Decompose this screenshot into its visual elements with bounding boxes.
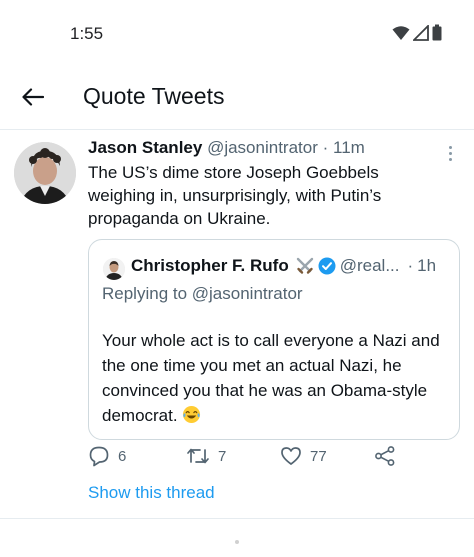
avatar-photo	[14, 142, 76, 204]
avatar[interactable]	[14, 142, 76, 204]
author-name[interactable]: Jason Stanley	[88, 138, 202, 157]
show-thread-link[interactable]: Show this thread	[88, 483, 215, 503]
quote-text-container: Your whole act is to call everyone a Naz…	[102, 328, 454, 428]
quote-author-name[interactable]: Christopher F. Rufo	[131, 256, 289, 276]
quote-separator-dot: ·	[407, 256, 414, 275]
page-title: Quote Tweets	[83, 83, 225, 109]
battery-icon	[432, 24, 442, 41]
tweet-actions: 6 7 77	[88, 442, 428, 470]
face-with-tears-of-joy-icon	[183, 405, 201, 424]
status-icons	[392, 24, 442, 41]
heart-icon	[281, 447, 301, 465]
status-bar: 1:55	[0, 0, 474, 64]
quote-author-handle[interactable]: @real...	[340, 256, 400, 276]
like-button[interactable]: 77	[280, 442, 327, 470]
retweet-icon	[187, 448, 209, 464]
crossed-swords-icon	[296, 257, 313, 274]
status-time: 1:55	[70, 24, 104, 43]
tweet-text: The US’s dime store Joseph Goebbels weig…	[88, 163, 382, 228]
reply-icon	[89, 446, 109, 467]
retweet-count: 7	[218, 447, 227, 465]
reply-count: 6	[118, 447, 127, 465]
author-handle[interactable]: @jasonintrator	[207, 138, 318, 157]
bottom-indicator-dot	[235, 540, 239, 544]
tweet[interactable]: Jason Stanley @jasonintrator · 11m The U…	[0, 131, 474, 519]
verified-badge-icon	[318, 257, 336, 275]
share-button[interactable]	[374, 442, 396, 470]
tweet-time[interactable]: 11m	[333, 138, 365, 157]
quoted-tweet-card[interactable]: Christopher F. Rufo @real... · 1h Replyi…	[88, 239, 460, 440]
quote-text: Your whole act is to call everyone a Naz…	[102, 331, 440, 425]
back-button[interactable]	[16, 80, 50, 114]
retweet-button[interactable]: 7	[186, 442, 226, 470]
arrow-left-icon	[22, 88, 44, 106]
share-icon	[375, 446, 395, 466]
replying-to[interactable]: Replying to @jasonintrator	[102, 284, 303, 304]
wifi-icon	[392, 25, 410, 40]
tweet-header: Jason Stanley @jasonintrator · 11m	[88, 138, 365, 158]
quote-avatar-photo	[103, 258, 125, 280]
quote-time[interactable]: 1h	[417, 256, 436, 276]
signal-icon	[413, 24, 429, 41]
quote-avatar[interactable]	[103, 258, 125, 280]
like-count: 77	[310, 447, 327, 465]
page-header: Quote Tweets	[0, 64, 474, 130]
separator-dot: ·	[322, 138, 329, 157]
more-options-icon[interactable]	[442, 141, 458, 165]
reply-button[interactable]: 6	[88, 442, 126, 470]
quote-header: Christopher F. Rufo @real... · 1h	[131, 256, 436, 276]
